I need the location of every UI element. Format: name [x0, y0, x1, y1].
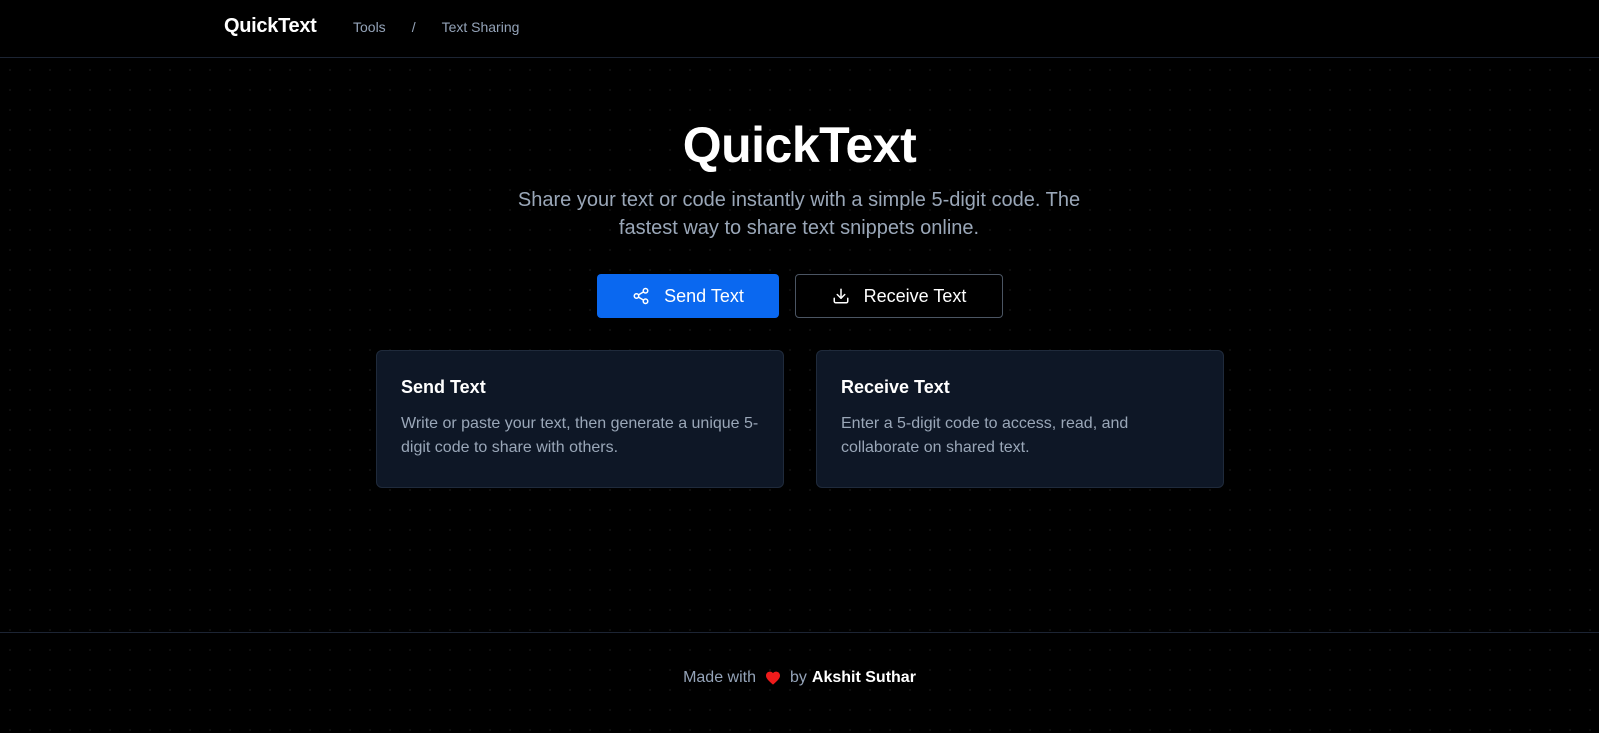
breadcrumb-separator: / — [411, 19, 416, 35]
receive-text-button[interactable]: Receive Text — [795, 274, 1003, 318]
send-text-button[interactable]: Send Text — [597, 274, 779, 318]
download-icon — [832, 287, 850, 305]
send-text-card[interactable]: Send Text Write or paste your text, then… — [376, 350, 784, 488]
send-card-title: Send Text — [401, 377, 486, 397]
send-card-description: Write or paste your text, then generate … — [401, 415, 759, 456]
send-text-label: Send Text — [664, 285, 744, 306]
receive-card-title: Receive Text — [841, 377, 950, 397]
site-header: QuickText Tools / Text Sharing — [0, 0, 1599, 58]
site-footer: Made with by Akshit Suthar — [0, 632, 1599, 733]
receive-text-card[interactable]: Receive Text Enter a 5-digit code to acc… — [816, 350, 1224, 488]
page-title: QuickText — [682, 117, 917, 173]
receive-text-label: Receive Text — [863, 285, 967, 306]
share-icon — [632, 287, 650, 305]
footer-by: by — [790, 669, 807, 686]
receive-card-description: Enter a 5-digit code to access, read, an… — [841, 415, 1129, 456]
footer-author-link[interactable]: Akshit Suthar — [812, 669, 916, 687]
heart-icon — [765, 671, 781, 685]
breadcrumb-text-sharing[interactable]: Text Sharing — [442, 19, 520, 35]
page-subtitle: Share your text or code instantly with a… — [517, 189, 1081, 239]
breadcrumb: Tools / Text Sharing — [353, 19, 519, 35]
footer-made-with: Made with — [683, 669, 756, 686]
brand-logo[interactable]: QuickText — [224, 15, 317, 38]
breadcrumb-tools[interactable]: Tools — [353, 19, 386, 35]
footer-credit: Made with by Akshit Suthar — [0, 669, 1599, 687]
